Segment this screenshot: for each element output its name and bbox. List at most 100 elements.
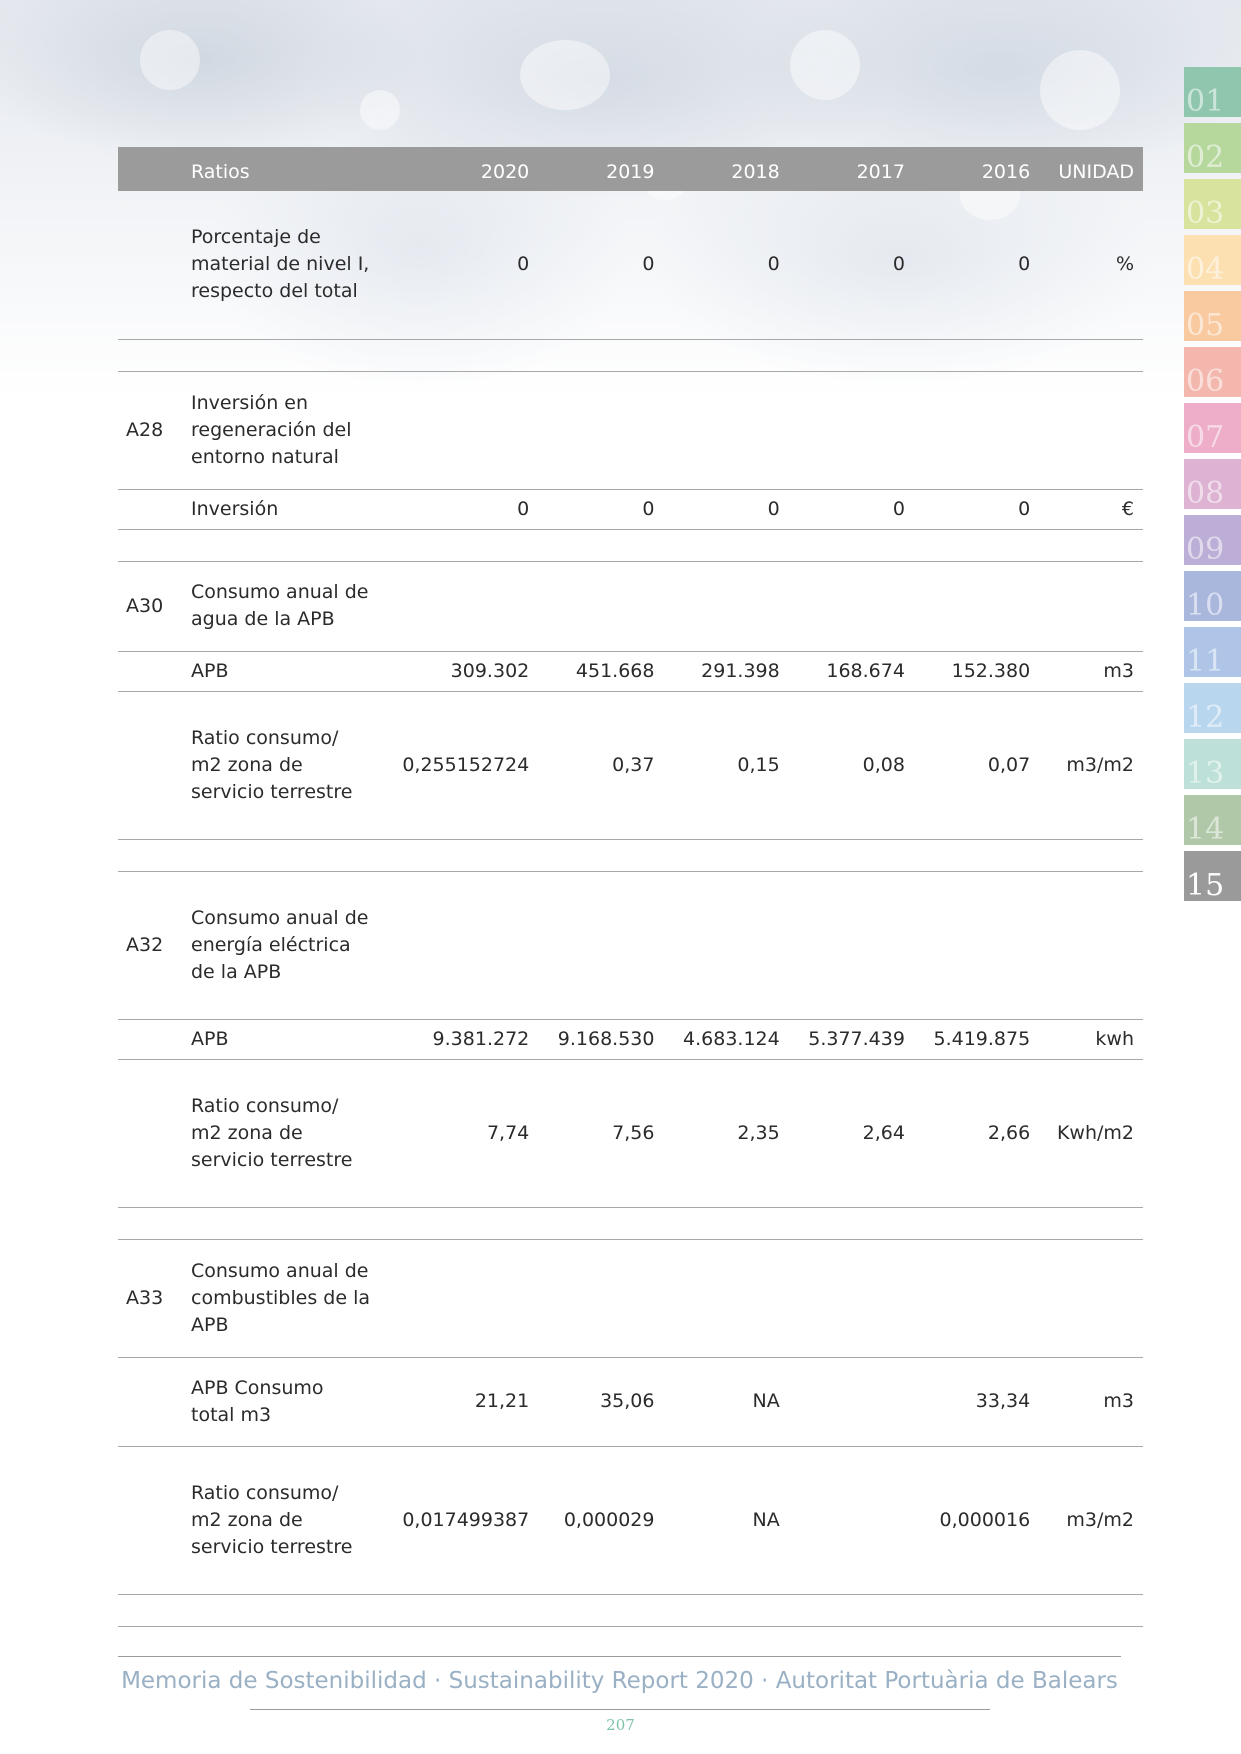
table-row: Ratio consumo/ m2 zona de servicio terre… — [118, 1446, 1143, 1595]
value-cell-2018: 291.398 — [663, 651, 789, 692]
chapter-tab-04[interactable]: 04 — [1184, 235, 1241, 285]
chapter-tab-11[interactable]: 11 — [1184, 627, 1241, 677]
value-cell-2020: 0,017499387 — [380, 1446, 539, 1595]
value-cell-2019: 7,56 — [538, 1059, 664, 1208]
table-row: Inversión 0 0 0 0 0 € — [118, 489, 1143, 530]
value-cell-2018 — [663, 871, 789, 1020]
value-cell-2018: 0 — [663, 191, 789, 340]
indicator-code — [118, 489, 182, 530]
chapter-tab-09[interactable]: 09 — [1184, 515, 1241, 565]
chapter-tab-15[interactable]: 15 — [1184, 851, 1241, 901]
chapter-tab-13[interactable]: 13 — [1184, 739, 1241, 789]
value-cell-2019: 0 — [538, 191, 664, 340]
spacer-row — [118, 339, 1143, 372]
value-cell-2019: 0,37 — [538, 691, 664, 840]
table-row: Porcentaje de material de nivel I, respe… — [118, 191, 1143, 340]
value-cell-2019: 35,06 — [538, 1357, 664, 1447]
chapter-tabs: 01 02 03 04 05 06 07 08 09 10 11 12 13 14 15 — [1184, 67, 1241, 907]
header-unidad: UNIDAD — [1039, 147, 1143, 191]
footer-divider-short — [250, 1709, 990, 1710]
value-cell-2017 — [788, 1239, 914, 1358]
unit-cell — [1039, 371, 1143, 490]
unit-cell: Kwh/m2 — [1039, 1059, 1143, 1208]
table-row: APB 309.302 451.668 291.398 168.674 152.380 m3 — [118, 651, 1143, 692]
value-cell-2016: 2,66 — [913, 1059, 1040, 1208]
table-row: APB Consumo total m3 21,21 35,06 NA 33,34 m3 — [118, 1357, 1143, 1447]
value-cell-2019 — [538, 1239, 664, 1358]
indicator-code — [118, 1019, 182, 1060]
chapter-tab-02[interactable]: 02 — [1184, 123, 1241, 173]
value-cell-2018: NA — [663, 1357, 789, 1447]
value-cell-2020: 21,21 — [380, 1357, 539, 1447]
unit-cell: m3 — [1039, 651, 1143, 692]
value-cell-2020: 0 — [380, 191, 539, 340]
section-row: A32 Consumo anual de energía eléctrica de… — [118, 871, 1143, 1020]
chapter-tab-07[interactable]: 07 — [1184, 403, 1241, 453]
spacer-cell — [118, 839, 1143, 872]
value-cell-2020: 0 — [380, 489, 539, 530]
value-cell-2016: 33,34 — [913, 1357, 1040, 1447]
header-2020: 2020 — [380, 147, 539, 191]
unit-cell — [1039, 871, 1143, 1020]
value-cell-2019 — [538, 561, 664, 652]
indicator-code — [118, 691, 182, 840]
value-cell-2018 — [663, 1239, 789, 1358]
indicator-code — [118, 191, 182, 340]
unit-cell: kwh — [1039, 1019, 1143, 1060]
row-label: Porcentaje de material de nivel I, respe… — [182, 191, 380, 340]
value-cell-2016: 0,07 — [913, 691, 1040, 840]
value-cell-2018: 0 — [663, 489, 789, 530]
value-cell-2016 — [913, 561, 1040, 652]
unit-cell — [1039, 1239, 1143, 1358]
row-label: Ratio consumo/ m2 zona de servicio terre… — [182, 1059, 380, 1208]
value-cell-2016: 152.380 — [913, 651, 1040, 692]
unit-cell — [1039, 561, 1143, 652]
spacer-row — [118, 529, 1143, 562]
chapter-tab-03[interactable]: 03 — [1184, 179, 1241, 229]
value-cell-2019 — [538, 871, 664, 1020]
indicator-code: A28 — [118, 371, 182, 490]
value-cell-2017 — [788, 561, 914, 652]
value-cell-2020: 0,255152724 — [380, 691, 539, 840]
row-label: Inversión en regeneración del entorno na… — [182, 371, 380, 490]
table-row: Ratio consumo/ m2 zona de servicio terre… — [118, 691, 1143, 840]
value-cell-2016: 0 — [913, 191, 1040, 340]
spacer-cell — [118, 1594, 1143, 1627]
value-cell-2017: 0,08 — [788, 691, 914, 840]
table-body: Porcentaje de material de nivel I, respe… — [118, 191, 1143, 1627]
value-cell-2017: 5.377.439 — [788, 1019, 914, 1060]
value-cell-2020 — [380, 561, 539, 652]
value-cell-2018: 2,35 — [663, 1059, 789, 1208]
value-cell-2016: 0,000016 — [913, 1446, 1040, 1595]
row-label: APB — [182, 1019, 380, 1060]
value-cell-2017 — [788, 1357, 914, 1447]
row-label: Inversión — [182, 489, 380, 530]
header-2016: 2016 — [913, 147, 1040, 191]
value-cell-2018 — [663, 371, 789, 490]
chapter-tab-10[interactable]: 10 — [1184, 571, 1241, 621]
header-2019: 2019 — [538, 147, 664, 191]
row-label: Ratio consumo/ m2 zona de servicio terre… — [182, 691, 380, 840]
value-cell-2018: 4.683.124 — [663, 1019, 789, 1060]
header-code — [118, 147, 182, 191]
value-cell-2019: 9.168.530 — [538, 1019, 664, 1060]
chapter-tab-12[interactable]: 12 — [1184, 683, 1241, 733]
section-row: A30 Consumo anual de agua de la APB — [118, 561, 1143, 652]
value-cell-2020: 7,74 — [380, 1059, 539, 1208]
row-label: Consumo anual de agua de la APB — [182, 561, 380, 652]
chapter-tab-08[interactable]: 08 — [1184, 459, 1241, 509]
chapter-tab-06[interactable]: 06 — [1184, 347, 1241, 397]
chapter-tab-14[interactable]: 14 — [1184, 795, 1241, 845]
value-cell-2020 — [380, 871, 539, 1020]
footer-divider — [118, 1656, 1121, 1657]
value-cell-2017: 0 — [788, 489, 914, 530]
value-cell-2019 — [538, 371, 664, 490]
row-label: Ratio consumo/ m2 zona de servicio terre… — [182, 1446, 380, 1595]
indicator-code: A33 — [118, 1239, 182, 1358]
value-cell-2016 — [913, 1239, 1040, 1358]
chapter-tab-05[interactable]: 05 — [1184, 291, 1241, 341]
value-cell-2016 — [913, 871, 1040, 1020]
section-row: A33 Consumo anual de combustibles de la A… — [118, 1239, 1143, 1358]
value-cell-2017 — [788, 371, 914, 490]
chapter-tab-01[interactable]: 01 — [1184, 67, 1241, 117]
